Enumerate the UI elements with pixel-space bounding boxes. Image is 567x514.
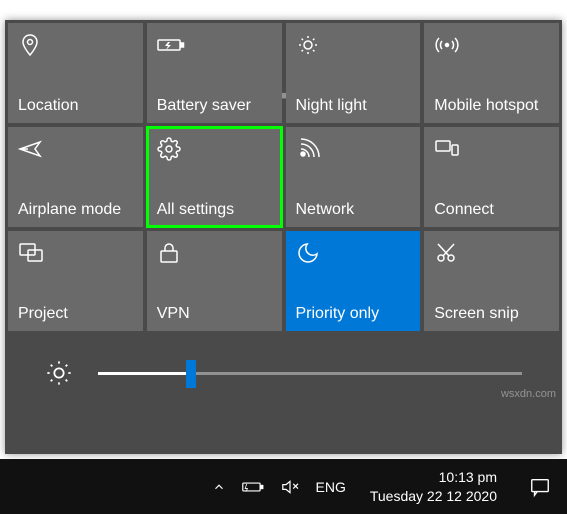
system-tray: ENG 10:13 pm Tuesday 22 12 2020 [212, 468, 559, 506]
tile-label: Mobile hotspot [434, 97, 538, 115]
tile-label: Night light [296, 97, 367, 115]
quick-actions-grid: Location Battery saver Night light Mobil… [5, 20, 562, 334]
tile-connect[interactable]: Connect [424, 127, 559, 227]
tile-label: All settings [157, 201, 234, 219]
settings-icon [157, 137, 181, 161]
tile-label: Priority only [296, 305, 380, 323]
clock-date: Tuesday 22 12 2020 [370, 487, 497, 505]
tray-volume-muted-icon[interactable] [280, 479, 300, 495]
snip-icon [434, 241, 458, 265]
tile-label: Location [18, 97, 79, 115]
tile-label: Airplane mode [18, 201, 121, 219]
brightness-icon [45, 359, 73, 387]
moon-icon [296, 241, 320, 265]
tile-airplane-mode[interactable]: Airplane mode [8, 127, 143, 227]
tile-label: Connect [434, 201, 494, 219]
tile-label: Screen snip [434, 305, 519, 323]
tile-vpn[interactable]: VPN [147, 231, 282, 331]
tile-screen-snip[interactable]: Screen snip [424, 231, 559, 331]
brightness-slider[interactable] [98, 372, 522, 375]
tile-label: Project [18, 305, 68, 323]
project-icon [18, 241, 42, 265]
vpn-icon [157, 241, 181, 265]
airplane-icon [18, 137, 42, 161]
tile-label: VPN [157, 305, 190, 323]
tile-project[interactable]: Project [8, 231, 143, 331]
language-indicator[interactable]: ENG [316, 479, 346, 495]
battery-icon [157, 33, 181, 57]
tile-location[interactable]: Location [8, 23, 143, 123]
tile-all-settings[interactable]: All settings [147, 127, 282, 227]
tray-overflow-icon[interactable] [212, 480, 226, 494]
tile-label: Battery saver [157, 97, 251, 115]
hotspot-icon [434, 33, 458, 57]
notifications-icon[interactable] [521, 468, 559, 506]
tray-battery-icon[interactable] [242, 480, 264, 494]
nightlight-icon [296, 33, 320, 57]
slider-thumb[interactable] [186, 360, 196, 388]
tile-battery-saver[interactable]: Battery saver [147, 23, 282, 123]
tile-night-light[interactable]: Night light [286, 23, 421, 123]
tile-priority-only[interactable]: Priority only [286, 231, 421, 331]
tile-mobile-hotspot[interactable]: Mobile hotspot [424, 23, 559, 123]
network-icon [296, 137, 320, 161]
slider-fill [98, 372, 191, 375]
clock[interactable]: 10:13 pm Tuesday 22 12 2020 [362, 468, 505, 504]
action-center-panel: PPUALS Location Battery saver Night ligh… [5, 20, 562, 454]
tile-network[interactable]: Network [286, 127, 421, 227]
location-icon [18, 33, 42, 57]
clock-time: 10:13 pm [370, 468, 497, 486]
tile-label: Network [296, 201, 355, 219]
brightness-row [5, 334, 562, 412]
taskbar: ENG 10:13 pm Tuesday 22 12 2020 [0, 459, 567, 514]
connect-icon [434, 137, 458, 161]
